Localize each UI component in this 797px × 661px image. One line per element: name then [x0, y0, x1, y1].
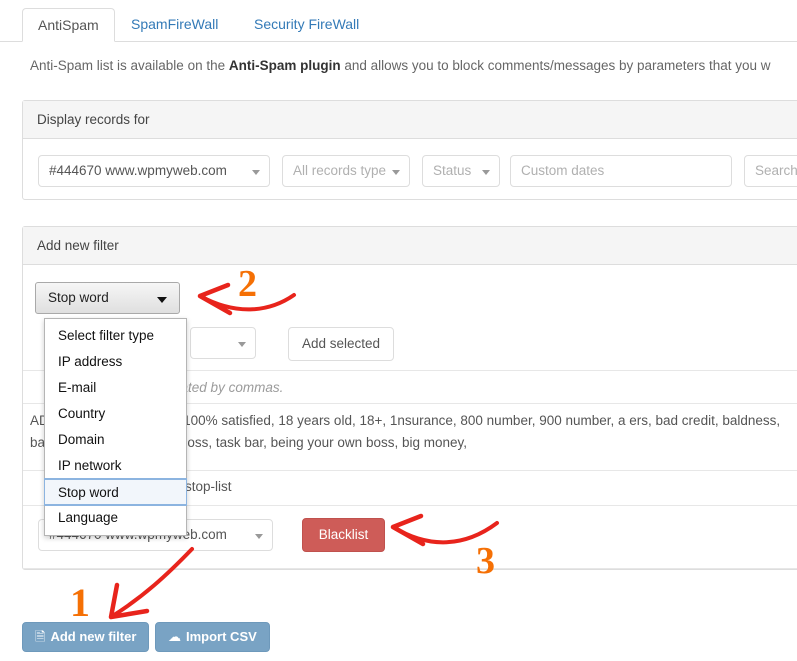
blacklist-button[interactable]: Blacklist [302, 518, 385, 552]
chevron-down-icon [157, 297, 167, 303]
dropdown-option-email[interactable]: E-mail [45, 375, 186, 401]
chevron-down-icon [482, 170, 490, 175]
site-select-value: #444670 www.wpmyweb.com [49, 163, 227, 178]
antispam-settings-page: AntiSpam SpamFireWall Security FireWall … [0, 0, 797, 661]
filter-type-select[interactable]: Stop word [35, 282, 180, 314]
site-select[interactable]: #444670 www.wpmyweb.com [38, 155, 270, 187]
add-selected-button[interactable]: Add selected [288, 327, 394, 361]
chevron-down-icon [238, 342, 246, 347]
filter-value-select[interactable] [190, 327, 256, 359]
stoplist-label: stop-list [185, 479, 232, 494]
dropdown-option-ip-network[interactable]: IP network [45, 453, 186, 479]
chevron-down-icon [252, 170, 260, 175]
filter-type-select-value: Stop word [48, 290, 109, 305]
filter-type-dropdown[interactable]: Select filter type IP address E-mail Cou… [44, 318, 187, 536]
display-records-title: Display records for [23, 101, 797, 139]
dropdown-option-language[interactable]: Language [45, 505, 186, 531]
tab-spamfirewall-label: SpamFireWall [131, 16, 219, 32]
document-icon: 🗎 [35, 629, 46, 644]
dropdown-option-domain[interactable]: Domain [45, 427, 186, 453]
annotation-number-3: 3 [476, 540, 495, 582]
tab-antispam[interactable]: AntiSpam [22, 8, 115, 42]
tab-spamfirewall[interactable]: SpamFireWall [116, 8, 233, 42]
dropdown-option-stop-word[interactable]: Stop word [44, 478, 187, 506]
tab-security-firewall[interactable]: Security FireWall [239, 8, 374, 42]
import-csv-button-label: Import CSV [186, 629, 257, 644]
add-new-filter-title: Add new filter [23, 227, 797, 265]
dropdown-option-ip-address[interactable]: IP address [45, 349, 186, 375]
dropdown-option-select-filter-type[interactable]: Select filter type [45, 323, 186, 349]
intro-paragraph: Anti-Spam list is available on the Anti-… [30, 58, 797, 73]
intro-strong: Anti-Spam plugin [228, 58, 341, 73]
cloud-upload-icon: ☁ [168, 629, 181, 644]
chevron-down-icon [255, 534, 263, 539]
tab-antispam-label: AntiSpam [38, 17, 99, 33]
intro-suffix: and allows you to block comments/message… [340, 58, 771, 73]
annotation-number-2: 2 [238, 263, 257, 305]
search-input[interactable]: Search [744, 155, 797, 187]
custom-dates-placeholder: Custom dates [521, 163, 605, 178]
blacklist-label: Blacklist [318, 527, 369, 542]
annotation-arrow-1 [108, 547, 194, 620]
status-select[interactable]: Status [422, 155, 500, 187]
add-selected-label: Add selected [301, 336, 381, 351]
add-new-filter-button-label: Add new filter [50, 629, 137, 644]
tab-bar: AntiSpam SpamFireWall Security FireWall [0, 0, 797, 42]
status-select-value: Status [433, 163, 472, 178]
record-type-select-value: All records type [293, 163, 387, 178]
custom-dates-input[interactable]: Custom dates [510, 155, 732, 187]
tab-security-firewall-label: Security FireWall [254, 16, 360, 32]
annotation-number-1: 1 [70, 580, 90, 625]
dropdown-option-country[interactable]: Country [45, 401, 186, 427]
search-placeholder: Search [755, 163, 797, 178]
chevron-down-icon [392, 170, 400, 175]
intro-prefix: Anti-Spam list is available on the [30, 58, 229, 73]
add-new-filter-button[interactable]: 🗎 Add new filter [22, 622, 150, 652]
import-csv-button[interactable]: ☁ Import CSV [155, 622, 270, 652]
record-type-select[interactable]: All records type [282, 155, 410, 187]
